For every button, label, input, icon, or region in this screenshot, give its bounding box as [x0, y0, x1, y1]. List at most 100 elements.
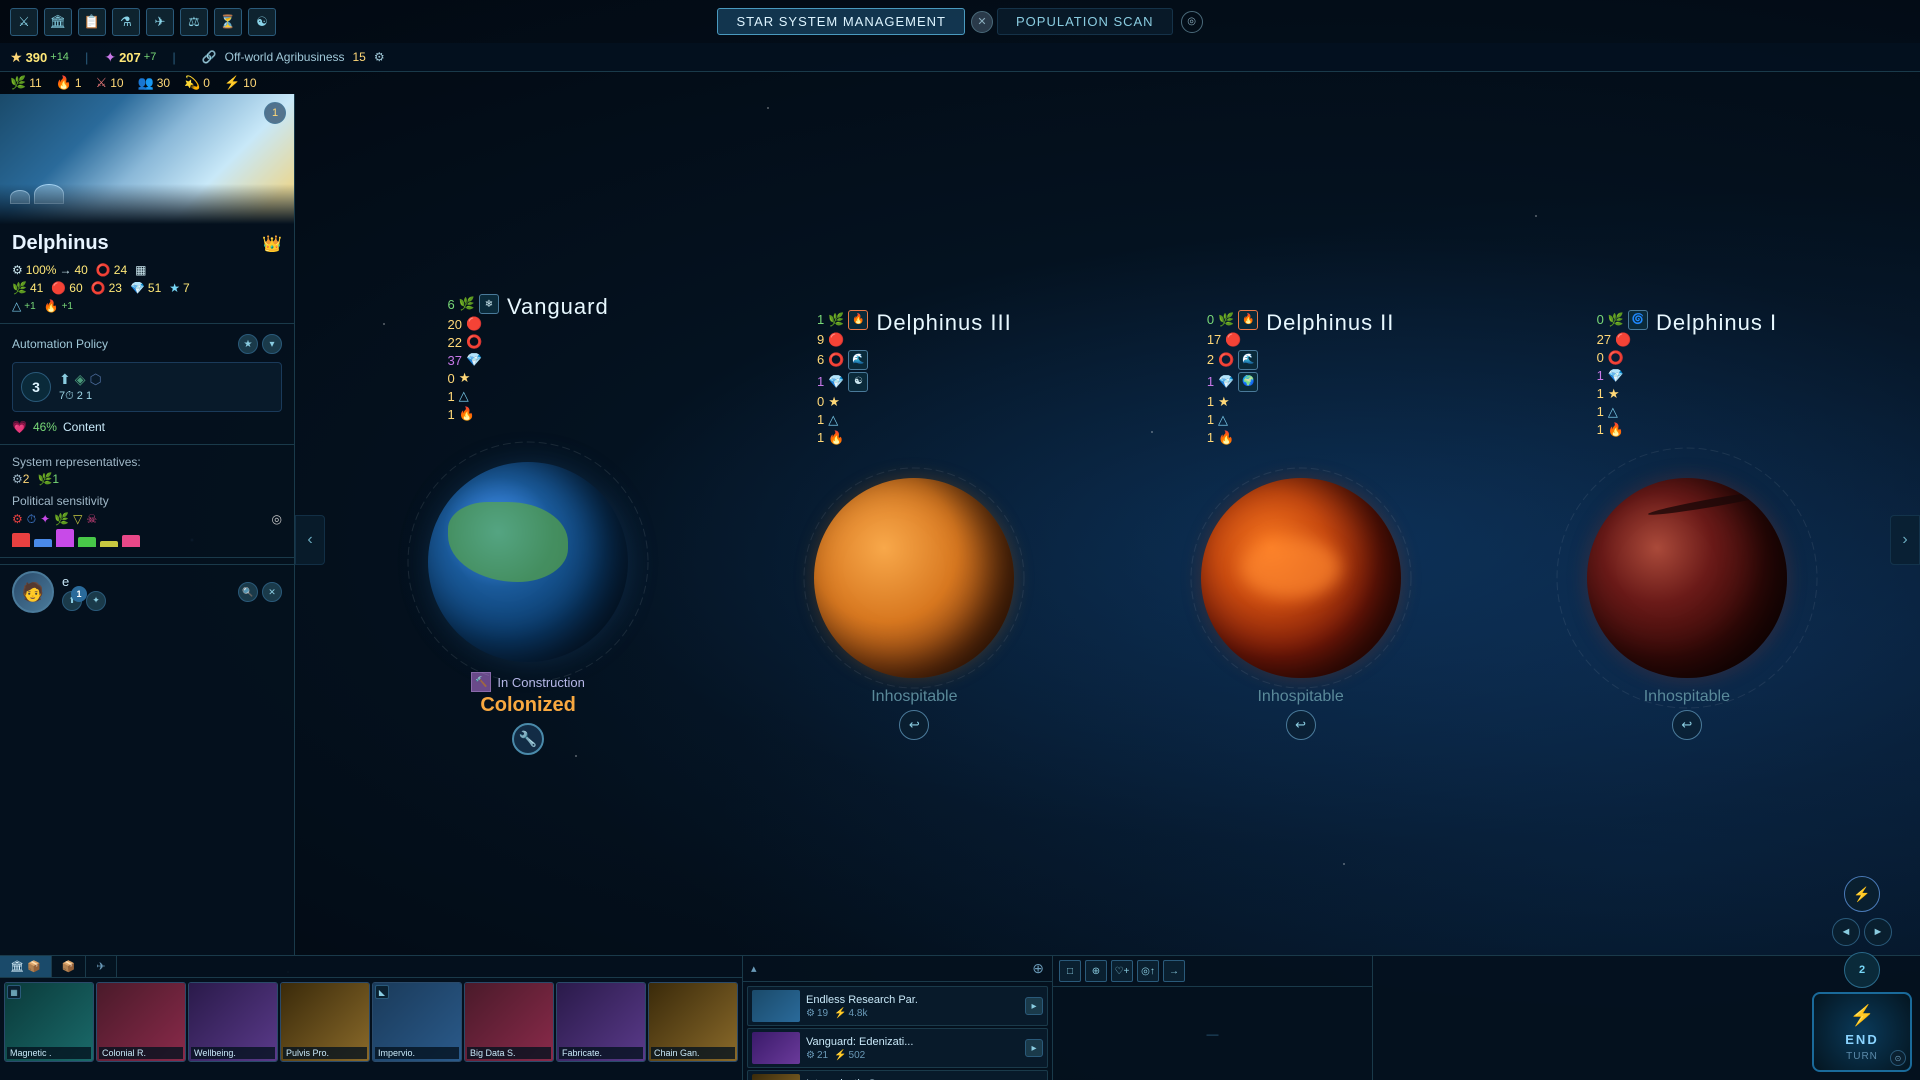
icon-science[interactable]: ⚗: [112, 8, 140, 36]
planet-name-bar: Delphinus 👑: [0, 224, 294, 259]
pol-sens: Political sensitivity ⚙ ⏱ ✦ 🌿 ▽ ☠ ◎: [0, 490, 294, 551]
card-fabricate[interactable]: Fabricate.: [556, 982, 646, 1062]
agent-action-up[interactable]: ⬆ 1: [62, 591, 82, 611]
auto-icons: ★ ▾: [238, 334, 282, 354]
pol-bar-0: [12, 533, 30, 547]
pol-bar-4: [100, 541, 118, 547]
pol-circle-btn[interactable]: ◎: [272, 512, 282, 527]
d1-status-btn[interactable]: ↩: [1672, 710, 1702, 740]
res-food: 🌿 11: [10, 75, 42, 91]
d3-stat-6: 1 △: [817, 412, 838, 428]
agent-search-btn[interactable]: 🔍: [238, 582, 258, 602]
d2-globe[interactable]: [1201, 478, 1401, 678]
icon-balance[interactable]: ⚖: [180, 8, 208, 36]
icon-ships[interactable]: ✈: [146, 8, 174, 36]
bq-item-0[interactable]: Endless Research Par. ⚙ 19 ⚡ 4.8k: [747, 986, 1048, 1026]
tab-population-icon[interactable]: ◎: [1181, 11, 1203, 33]
d1-stat-6: 1 △: [1597, 404, 1618, 420]
sec-resources: 🌿 11 🔥 1 ⚔ 10 👥 30 💫 0 ⚡ 10: [0, 72, 1920, 94]
d2-name: Delphinus II: [1266, 310, 1394, 336]
d3-globe[interactable]: [814, 478, 1014, 678]
tab-system[interactable]: STAR SYSTEM MANAGEMENT: [717, 8, 965, 35]
pol-bar-1: [34, 539, 52, 547]
icon-report[interactable]: 📋: [78, 8, 106, 36]
d1-globe[interactable]: [1587, 478, 1787, 678]
stat-row-resources: 🌿 41 🔴 60 ⭕ 23 💎 51: [12, 281, 282, 295]
d1-header: 0 🌿 🌀 27 🔴 0 ⭕ 1: [1527, 310, 1847, 478]
sidebar: 1 Delphinus 👑 ⚙ 100% → 40 ⭕: [0, 94, 295, 955]
icon-yin[interactable]: ☯: [248, 8, 276, 36]
btab-units[interactable]: ✈: [86, 956, 116, 977]
bq-item-2[interactable]: Intergalactic Superm... ⚙ 39 ⚡ 4.6k: [747, 1070, 1048, 1080]
et-turn-text: TURN: [1846, 1051, 1878, 1062]
card-impervio[interactable]: Impervio. ◣: [372, 982, 462, 1062]
card-pulvis[interactable]: Pulvis Pro.: [280, 982, 370, 1062]
d2-stat-6: 1 △: [1207, 412, 1228, 428]
icon-buildings[interactable]: 🏛: [44, 8, 72, 36]
science-icon: ✦: [104, 49, 116, 66]
vanguard-name: Vanguard: [507, 294, 609, 320]
vanguard-wrench[interactable]: 🔧: [512, 723, 544, 755]
bq-name-1: Vanguard: Edenizati...: [806, 1036, 1019, 1048]
auto-chevron[interactable]: ▾: [262, 334, 282, 354]
d2-special-2: 🌊: [1238, 350, 1258, 370]
d2-status-btn[interactable]: ↩: [1286, 710, 1316, 740]
card-wellbeing[interactable]: Wellbeing.: [188, 982, 278, 1062]
auto-star[interactable]: ★: [238, 334, 258, 354]
vanguard-name-area: Vanguard: [507, 294, 609, 324]
agent-close-btn[interactable]: ✕: [262, 582, 282, 602]
br-icon-arrow[interactable]: →: [1163, 960, 1185, 982]
queue-number: 3: [21, 372, 51, 402]
stat-food-sidebar: 🌿 41: [12, 281, 43, 295]
br-icon-shield[interactable]: ◎↑: [1137, 960, 1159, 982]
tab-population[interactable]: POPULATION SCAN: [997, 8, 1173, 35]
d3-status-btn[interactable]: ↩: [899, 710, 929, 740]
card-magnetic[interactable]: Magnetic . ▦: [4, 982, 94, 1062]
btab-improvements[interactable]: 📦: [52, 956, 87, 977]
icon-timer[interactable]: ⏳: [214, 8, 242, 36]
agent-action-star[interactable]: ✦: [86, 591, 106, 611]
icon-combat[interactable]: ⚔: [10, 8, 38, 36]
card-bigdata[interactable]: Big Data S.: [464, 982, 554, 1062]
d2-header: 0 🌿 🔥 17 🔴 2 ⭕ 🌊: [1141, 310, 1461, 478]
nav-arrow-right[interactable]: ›: [1890, 515, 1920, 565]
et-lightning-icon: ⚡: [1850, 1003, 1875, 1028]
d2-special-fire: 🔥: [1238, 310, 1258, 330]
tab-system-close[interactable]: ✕: [971, 11, 993, 33]
vanguard-globe[interactable]: [428, 462, 628, 662]
pop-row: 💗 46% Content: [0, 416, 294, 438]
vanguard-construct: 🔨 In Construction: [471, 672, 584, 692]
end-turn-button[interactable]: ⚡ END TURN ⊙: [1812, 992, 1912, 1072]
bq-meta-0: ⚙ 19 ⚡ 4.8k: [806, 1008, 1019, 1019]
br-icon-target[interactable]: ⊕: [1085, 960, 1107, 982]
bq-arrow-0[interactable]: ▸: [1025, 997, 1043, 1015]
vanguard-stat-1: 6 🌿 ❄: [448, 294, 499, 314]
br-icon-heart[interactable]: ♡+: [1111, 960, 1133, 982]
card-chain[interactable]: Chain Gan.: [648, 982, 738, 1062]
bq-expand[interactable]: ⊕: [1032, 960, 1044, 977]
vanguard-special-1: ❄: [479, 294, 499, 314]
stat-row-delta: △ +1 🔥 +1: [12, 299, 282, 313]
d3-status: Inhospitable ↩: [871, 688, 957, 740]
d1-status: Inhospitable ↩: [1644, 688, 1730, 740]
card-pulvis-label: Pulvis Pro.: [283, 1047, 367, 1059]
planet-delphinus1: 0 🌿 🌀 27 🔴 0 ⭕ 1: [1527, 310, 1847, 740]
vanguard-stats: 6 🌿 ❄ 20 🔴 22 ⭕ 37: [448, 294, 499, 454]
resource-science: ✦ 207 +7: [104, 49, 156, 66]
stat-food-delta: △ +1: [12, 299, 36, 313]
pol-icon-skull: ☠: [86, 512, 97, 527]
et-corner[interactable]: ⊙: [1890, 1050, 1906, 1066]
construct-box: 🔨: [471, 672, 491, 692]
card-colonial[interactable]: Colonial R.: [96, 982, 186, 1062]
bq-thumb-2: [752, 1074, 800, 1080]
bq-item-1[interactable]: Vanguard: Edenizati... ⚙ 21 ⚡ 502: [747, 1028, 1048, 1068]
d3-stats: 1 🌿 🔥 9 🔴 6 ⭕ 🌊: [817, 310, 868, 470]
bq-arrow-1[interactable]: ▸: [1025, 1039, 1043, 1057]
nav-arrow-left[interactable]: ‹: [295, 515, 325, 565]
bq-thumb-0: [752, 990, 800, 1022]
btab-buildings[interactable]: 🏛 📦: [0, 956, 52, 977]
stat-industry-delta: 🔥 +1: [44, 299, 73, 313]
br-icon-square[interactable]: □: [1059, 960, 1081, 982]
d3-special-2: 🌊: [848, 350, 868, 370]
d3-special-3: ☯: [848, 372, 868, 392]
